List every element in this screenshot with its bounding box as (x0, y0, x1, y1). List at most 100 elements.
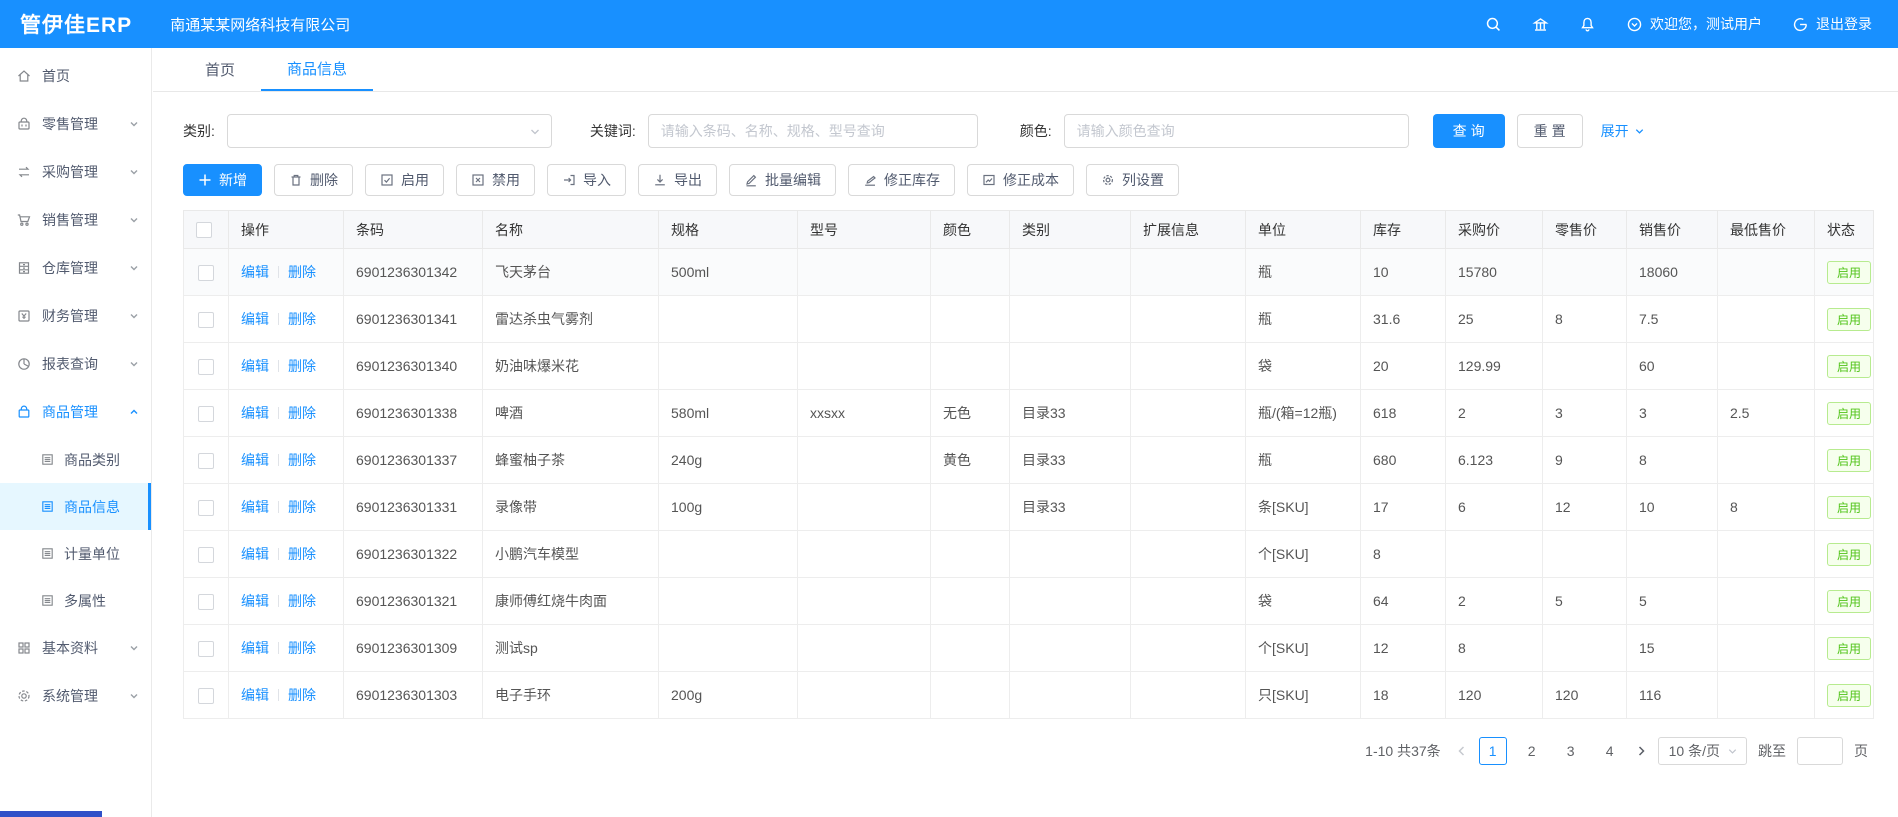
export-button[interactable]: 导出 (638, 164, 717, 196)
sidebar-item-reports[interactable]: 报表查询 (0, 340, 151, 388)
sidebar-item-products[interactable]: 商品管理 (0, 388, 151, 436)
row-checkbox[interactable] (198, 453, 214, 469)
page-number-3[interactable]: 3 (1557, 737, 1585, 765)
delete-button-label: 删除 (310, 170, 338, 190)
sidebar-subitem-product-info[interactable]: 商品信息 (0, 483, 151, 530)
user-menu[interactable]: 欢迎您，测试用户 (1626, 14, 1762, 34)
delete-link[interactable]: 删除 (288, 452, 316, 468)
cell-stock: 64 (1361, 578, 1446, 625)
sidebar-item-finance[interactable]: 财务管理 (0, 292, 151, 340)
page-number-2[interactable]: 2 (1518, 737, 1546, 765)
row-checkbox[interactable] (198, 641, 214, 657)
expand-toggle[interactable]: 展开 (1601, 121, 1645, 141)
sidebar-item-retail[interactable]: 零售管理 (0, 100, 151, 148)
column-settings-button[interactable]: 列设置 (1086, 164, 1179, 196)
delete-link[interactable]: 删除 (288, 311, 316, 327)
status-badge[interactable]: 启用 (1827, 684, 1871, 707)
delete-link[interactable]: 删除 (288, 358, 316, 374)
delete-link[interactable]: 删除 (288, 593, 316, 609)
status-badge[interactable]: 启用 (1827, 261, 1871, 284)
col-header-model: 型号 (798, 211, 931, 249)
fix-stock-button[interactable]: 修正库存 (848, 164, 955, 196)
welcome-text: 欢迎您，测试用户 (1650, 14, 1762, 34)
sidebar-item-system[interactable]: 系统管理 (0, 672, 151, 720)
row-checkbox[interactable] (198, 547, 214, 563)
add-button-label: 新增 (219, 170, 247, 190)
status-badge[interactable]: 启用 (1827, 308, 1871, 331)
row-checkbox[interactable] (198, 688, 214, 704)
edit-link[interactable]: 编辑 (241, 311, 269, 327)
search-icon[interactable] (1485, 16, 1502, 33)
report-pie-icon (16, 356, 32, 372)
sidebar-subitem-attributes[interactable]: 多属性 (0, 577, 151, 624)
page-number-1[interactable]: 1 (1479, 737, 1507, 765)
cell-min (1718, 625, 1815, 672)
cell-stock: 12 (1361, 625, 1446, 672)
edit-link[interactable]: 编辑 (241, 546, 269, 562)
edit-link[interactable]: 编辑 (241, 405, 269, 421)
edit-link[interactable]: 编辑 (241, 640, 269, 656)
batch-edit-button[interactable]: 批量编辑 (729, 164, 836, 196)
status-badge[interactable]: 启用 (1827, 543, 1871, 566)
page-number-4[interactable]: 4 (1596, 737, 1624, 765)
next-page-icon[interactable] (1635, 745, 1647, 757)
delete-link[interactable]: 删除 (288, 640, 316, 656)
delete-link[interactable]: 删除 (288, 687, 316, 703)
status-badge[interactable]: 启用 (1827, 637, 1871, 660)
edit-link[interactable]: 编辑 (241, 499, 269, 515)
enable-button[interactable]: 启用 (365, 164, 444, 196)
sidebar-item-purchase[interactable]: 采购管理 (0, 148, 151, 196)
color-input[interactable] (1064, 114, 1409, 148)
row-checkbox[interactable] (198, 359, 214, 375)
sidebar-item-warehouse[interactable]: 仓库管理 (0, 244, 151, 292)
status-badge[interactable]: 启用 (1827, 355, 1871, 378)
delete-button[interactable]: 删除 (274, 164, 353, 196)
table-row: 编辑删除6901236301338啤酒580mlxxsxx无色目录33瓶/(箱=… (184, 390, 1874, 437)
tab-product-info[interactable]: 商品信息 (261, 48, 373, 91)
import-button[interactable]: 导入 (547, 164, 626, 196)
bell-icon[interactable] (1579, 16, 1596, 33)
delete-link[interactable]: 删除 (288, 405, 316, 421)
bank-icon[interactable] (1532, 16, 1549, 33)
sidebar-item-basic-data[interactable]: 基本资料 (0, 624, 151, 672)
row-checkbox[interactable] (198, 500, 214, 516)
search-button[interactable]: 查询 (1433, 114, 1505, 148)
row-checkbox[interactable] (198, 265, 214, 281)
add-button[interactable]: 新增 (183, 164, 262, 196)
page-size-select[interactable]: 10 条/页 (1658, 737, 1747, 765)
sidebar-subitem-product-category[interactable]: 商品类别 (0, 436, 151, 483)
delete-link[interactable]: 删除 (288, 264, 316, 280)
reset-button[interactable]: 重置 (1517, 114, 1583, 148)
status-badge[interactable]: 启用 (1827, 402, 1871, 425)
row-checkbox[interactable] (198, 594, 214, 610)
sidebar-item-sales[interactable]: 销售管理 (0, 196, 151, 244)
edit-link[interactable]: 编辑 (241, 452, 269, 468)
keyword-input[interactable] (648, 114, 978, 148)
delete-link[interactable]: 删除 (288, 499, 316, 515)
cell-sale: 60 (1627, 343, 1718, 390)
logout-button[interactable]: 退出登录 (1792, 14, 1872, 34)
edit-link[interactable]: 编辑 (241, 358, 269, 374)
status-badge[interactable]: 启用 (1827, 496, 1871, 519)
row-checkbox[interactable] (198, 406, 214, 422)
prev-page-icon[interactable] (1456, 745, 1468, 757)
cell-min (1718, 672, 1815, 719)
category-select[interactable] (227, 114, 552, 148)
sidebar-item-label: 系统管理 (42, 686, 98, 706)
edit-link[interactable]: 编辑 (241, 687, 269, 703)
fix-cost-button[interactable]: 修正成本 (967, 164, 1074, 196)
disable-button[interactable]: 禁用 (456, 164, 535, 196)
edit-link[interactable]: 编辑 (241, 264, 269, 280)
action-divider (278, 454, 279, 466)
status-badge[interactable]: 启用 (1827, 590, 1871, 613)
row-checkbox[interactable] (198, 312, 214, 328)
jump-page-input[interactable] (1797, 737, 1843, 765)
delete-link[interactable]: 删除 (288, 546, 316, 562)
tab-home[interactable]: 首页 (179, 48, 261, 91)
select-all-checkbox[interactable] (196, 222, 212, 238)
cell-barcode: 6901236301322 (344, 531, 483, 578)
sidebar-subitem-units[interactable]: 计量单位 (0, 530, 151, 577)
sidebar-item-home[interactable]: 首页 (0, 52, 151, 100)
edit-link[interactable]: 编辑 (241, 593, 269, 609)
status-badge[interactable]: 启用 (1827, 449, 1871, 472)
